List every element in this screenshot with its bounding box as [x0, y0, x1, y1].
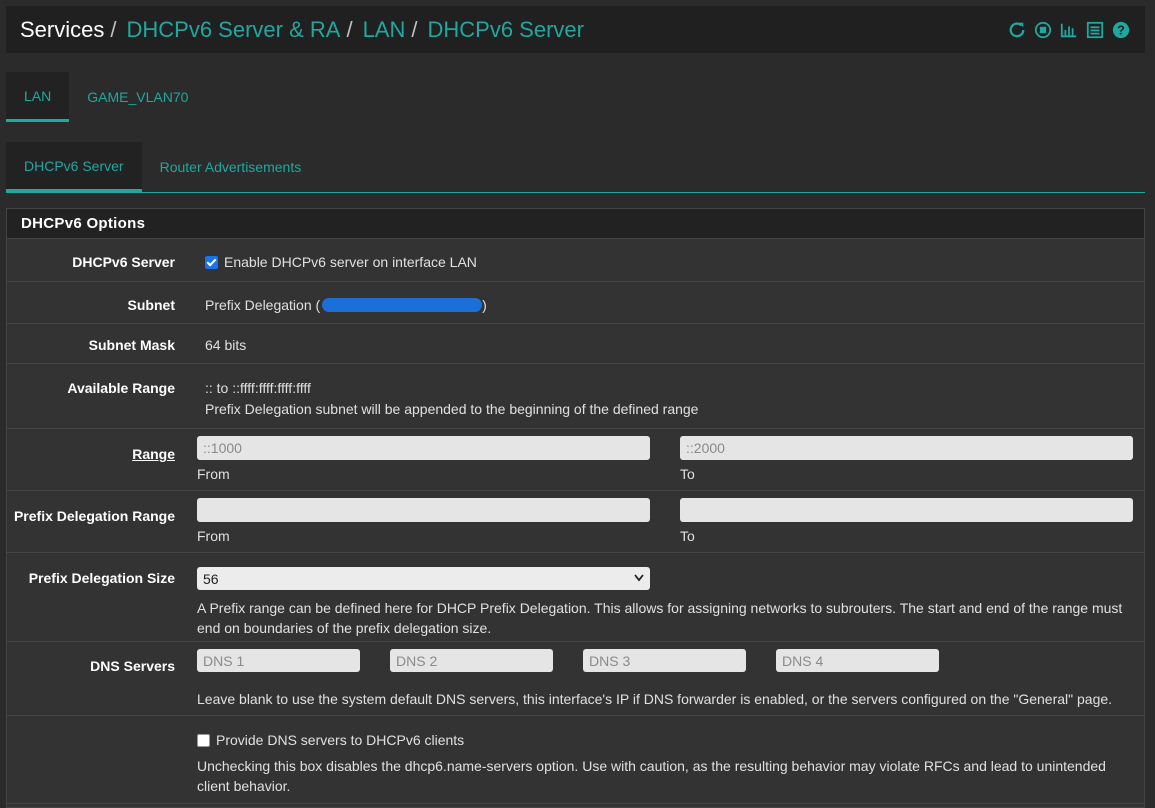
enable-dhcpv6-checkbox-label[interactable]: Enable DHCPv6 server on interface LAN — [224, 254, 477, 270]
enable-dhcpv6-checkbox[interactable] — [205, 256, 218, 269]
available-range-label: Available Range — [67, 380, 175, 396]
pd-range-to-label: To — [680, 528, 695, 544]
available-range-value: :: to ::ffff:ffff:ffff:ffff — [205, 380, 311, 396]
dns-servers-label: DNS Servers — [90, 658, 175, 674]
dns-servers-fields: DNS 1 DNS 2 DNS 3 DNS 4 Leave blank to u… — [187, 642, 1144, 715]
provide-dns-checkbox[interactable] — [197, 734, 210, 747]
tab-router-advertisements[interactable]: Router Advertisements — [142, 142, 320, 192]
provide-dns-fields: Provide DNS servers to DHCPv6 clients Un… — [187, 716, 1144, 803]
chevron-down-icon — [634, 574, 644, 582]
dns-servers-help: Leave blank to use the system default DN… — [197, 691, 1113, 707]
subnet-value: Prefix Delegation () — [187, 282, 1144, 323]
row-dns-servers: DNS Servers DNS 1 DNS 2 DNS 3 DNS 4 Leav… — [7, 642, 1144, 716]
row-subnet-mask: Subnet Mask 64 bits — [7, 324, 1144, 364]
pd-range-to-input[interactable] — [680, 498, 1133, 522]
dns3-input[interactable]: DNS 3 — [583, 649, 746, 672]
tab-dhcpv6-server[interactable]: DHCPv6 Server — [6, 142, 142, 192]
breadcrumb-lan[interactable]: LAN — [363, 17, 406, 43]
range-label-link[interactable]: Range — [132, 446, 175, 462]
pd-range-label: Prefix Delegation Range — [13, 508, 175, 524]
pd-size-help: A Prefix range can be defined here for D… — [197, 600, 1123, 636]
dns2-input[interactable]: DNS 2 — [390, 649, 553, 672]
range-fields: ::1000 From ::2000 To — [187, 429, 1144, 490]
provide-dns-checkbox-row: Provide DNS servers to DHCPv6 clients — [197, 732, 464, 748]
pd-size-select[interactable]: 56 — [197, 567, 650, 590]
provide-dns-checkbox-label[interactable]: Provide DNS servers to DHCPv6 clients — [216, 732, 464, 748]
breadcrumb-separator: / — [346, 16, 353, 42]
pd-range-from-input[interactable] — [197, 498, 650, 522]
row-subnet: Subnet Prefix Delegation () — [7, 282, 1144, 324]
breadcrumb-dhcpv6-ra[interactable]: DHCPv6 Server & RA — [126, 17, 340, 43]
row-provide-dns: Provide DNS servers to DHCPv6 clients Un… — [7, 716, 1144, 804]
tab-game-vlan70[interactable]: GAME_VLAN70 — [69, 72, 206, 122]
dhcpv6-options-panel: DHCPv6 Options DHCPv6 Server Enable DHCP… — [6, 208, 1145, 808]
pd-size-selected: 56 — [203, 570, 219, 587]
range-to-label: To — [680, 466, 695, 482]
list-icon[interactable] — [1085, 20, 1105, 40]
pd-size-fields: 56 A Prefix range can be defined here fo… — [187, 553, 1144, 641]
subnet-mask-label: Subnet Mask — [88, 337, 175, 353]
row-dhcpv6-server: DHCPv6 Server Enable DHCPv6 server on in… — [7, 239, 1144, 282]
breadcrumb-dhcpv6-server[interactable]: DHCPv6 Server — [427, 17, 583, 43]
sub-tabs: DHCPv6 Server Router Advertisements — [6, 142, 1145, 193]
row-pd-size: Prefix Delegation Size 56 A Prefix range… — [7, 553, 1144, 642]
subnet-text: Prefix Delegation ( — [205, 297, 321, 313]
dns1-input[interactable]: DNS 1 — [197, 649, 360, 672]
redacted-prefix — [322, 298, 483, 312]
row-available-range: Available Range :: to ::ffff:ffff:ffff:f… — [7, 364, 1144, 429]
range-from-input[interactable]: ::1000 — [197, 436, 650, 460]
range-to-input[interactable]: ::2000 — [680, 436, 1133, 460]
provide-dns-help: Unchecking this box disables the dhcp6.n… — [197, 758, 1106, 794]
subnet-text-end: ) — [482, 297, 487, 313]
header-icons: ? — [1007, 20, 1131, 40]
svg-text:?: ? — [1117, 24, 1125, 38]
page-header: Services / DHCPv6 Server & RA / LAN / DH… — [6, 6, 1145, 53]
available-range-help: Prefix Delegation subnet will be appende… — [205, 401, 699, 417]
range-label-wrap: Range — [7, 429, 187, 490]
range-from-label: From — [197, 466, 230, 482]
help-icon[interactable]: ? — [1111, 20, 1131, 40]
subnet-label: Subnet — [127, 297, 175, 313]
row-pd-range: Prefix Delegation Range From To — [7, 491, 1144, 553]
breadcrumb-separator: / — [110, 16, 117, 42]
stop-icon[interactable] — [1033, 20, 1053, 40]
available-range-value-block: :: to ::ffff:ffff:ffff:ffff Prefix Deleg… — [187, 364, 1144, 428]
panel-title: DHCPv6 Options — [7, 209, 1144, 239]
breadcrumb-services: Services — [20, 16, 105, 42]
dhcpv6-server-label: DHCPv6 Server — [72, 254, 175, 270]
interface-tabs: LAN GAME_VLAN70 — [6, 72, 206, 122]
chart-icon[interactable] — [1059, 20, 1079, 40]
pd-range-from-label: From — [197, 528, 230, 544]
breadcrumb-separator: / — [411, 16, 418, 42]
dhcpv6-server-value: Enable DHCPv6 server on interface LAN — [187, 239, 1144, 281]
row-range: Range ::1000 From ::2000 To — [7, 429, 1144, 491]
dns4-input[interactable]: DNS 4 — [776, 649, 939, 672]
tab-lan[interactable]: LAN — [6, 72, 70, 122]
pd-size-label: Prefix Delegation Size — [28, 570, 175, 586]
reload-icon[interactable] — [1007, 20, 1027, 40]
subnet-mask-value: 64 bits — [205, 337, 247, 353]
pd-range-fields: From To — [187, 491, 1144, 552]
provide-dns-label-empty — [7, 716, 187, 803]
